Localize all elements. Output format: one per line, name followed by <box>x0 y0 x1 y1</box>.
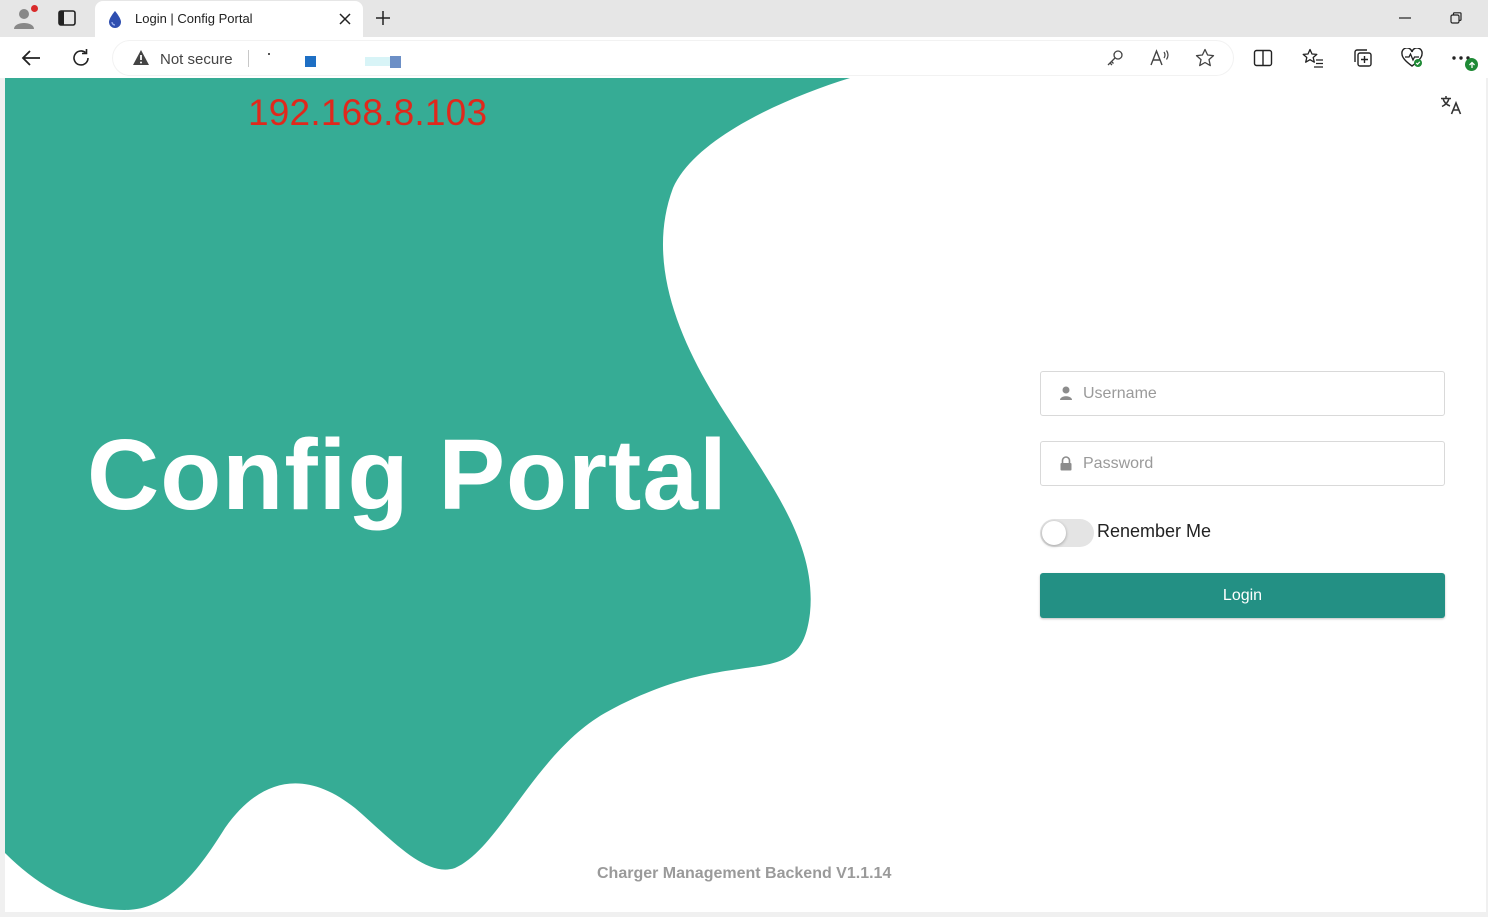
login-button[interactable]: Login <box>1040 573 1445 618</box>
back-button[interactable] <box>16 43 46 73</box>
back-icon <box>21 50 40 66</box>
url-redacted-block <box>305 56 316 67</box>
droplet-icon <box>109 11 121 28</box>
collections-button[interactable] <box>1348 43 1378 73</box>
close-icon <box>339 13 351 25</box>
tab-close-button[interactable] <box>335 9 355 29</box>
user-icon <box>1060 386 1072 400</box>
url-redacted-block <box>365 57 390 66</box>
restore-icon <box>1450 12 1462 24</box>
plus-icon <box>376 11 390 25</box>
lock-icon <box>1060 456 1072 471</box>
browser-essentials-icon <box>1401 48 1423 67</box>
remember-me-toggle[interactable] <box>1040 519 1094 547</box>
split-screen-button[interactable] <box>1248 43 1278 73</box>
favorites-button[interactable] <box>1298 43 1328 73</box>
tab-title: Login | Config Portal <box>135 11 253 26</box>
minimize-button[interactable] <box>1385 4 1425 32</box>
address-separator <box>248 50 249 67</box>
profile-notification-dot <box>31 5 38 12</box>
minimize-icon <box>1399 17 1411 19</box>
favorites-icon <box>1302 48 1323 68</box>
read-aloud-icon <box>1150 49 1169 66</box>
address-bar[interactable]: Not secure <box>113 41 1233 75</box>
browser-essentials-button[interactable] <box>1397 43 1427 73</box>
translate-icon <box>1441 96 1462 115</box>
favorite-star-button[interactable] <box>1190 43 1220 73</box>
read-aloud-button[interactable] <box>1145 43 1175 73</box>
language-switch-button[interactable] <box>1438 92 1464 118</box>
browser-toolbar: Not secure <box>0 37 1488 78</box>
refresh-icon <box>73 49 89 66</box>
password-key-button[interactable] <box>1100 43 1130 73</box>
hero-title: Config Portal <box>87 419 728 531</box>
update-available-badge <box>1465 58 1478 71</box>
browser-tab-bar: Login | Config Portal <box>0 0 1488 37</box>
username-input[interactable] <box>1081 372 1436 415</box>
page-viewport: 192.168.8.103 Config Portal Renember Me … <box>5 78 1486 912</box>
new-tab-button[interactable] <box>370 5 396 31</box>
ip-address-label: 192.168.8.103 <box>248 92 488 133</box>
tab-actions-icon <box>58 10 76 26</box>
star-icon <box>1195 48 1215 67</box>
tab-actions-button[interactable] <box>52 4 82 32</box>
restore-button[interactable] <box>1436 4 1476 32</box>
url-redacted-block <box>390 56 401 68</box>
key-icon <box>1107 50 1123 66</box>
toggle-knob <box>1042 521 1066 545</box>
password-input[interactable] <box>1081 442 1436 485</box>
browser-tab-active[interactable]: Login | Config Portal <box>95 1 363 37</box>
refresh-button[interactable] <box>66 43 96 73</box>
url-redacted-mark <box>268 53 270 55</box>
split-screen-icon <box>1253 49 1273 67</box>
password-field[interactable] <box>1040 441 1445 486</box>
warning-icon <box>133 50 149 65</box>
collections-icon <box>1354 49 1372 67</box>
security-label[interactable]: Not secure <box>160 51 233 68</box>
arrow-up-icon <box>1468 61 1475 68</box>
remember-me-label[interactable]: Renember Me <box>1097 521 1211 542</box>
footer-version: Charger Management Backend V1.1.14 <box>597 865 892 882</box>
username-field[interactable] <box>1040 371 1445 416</box>
